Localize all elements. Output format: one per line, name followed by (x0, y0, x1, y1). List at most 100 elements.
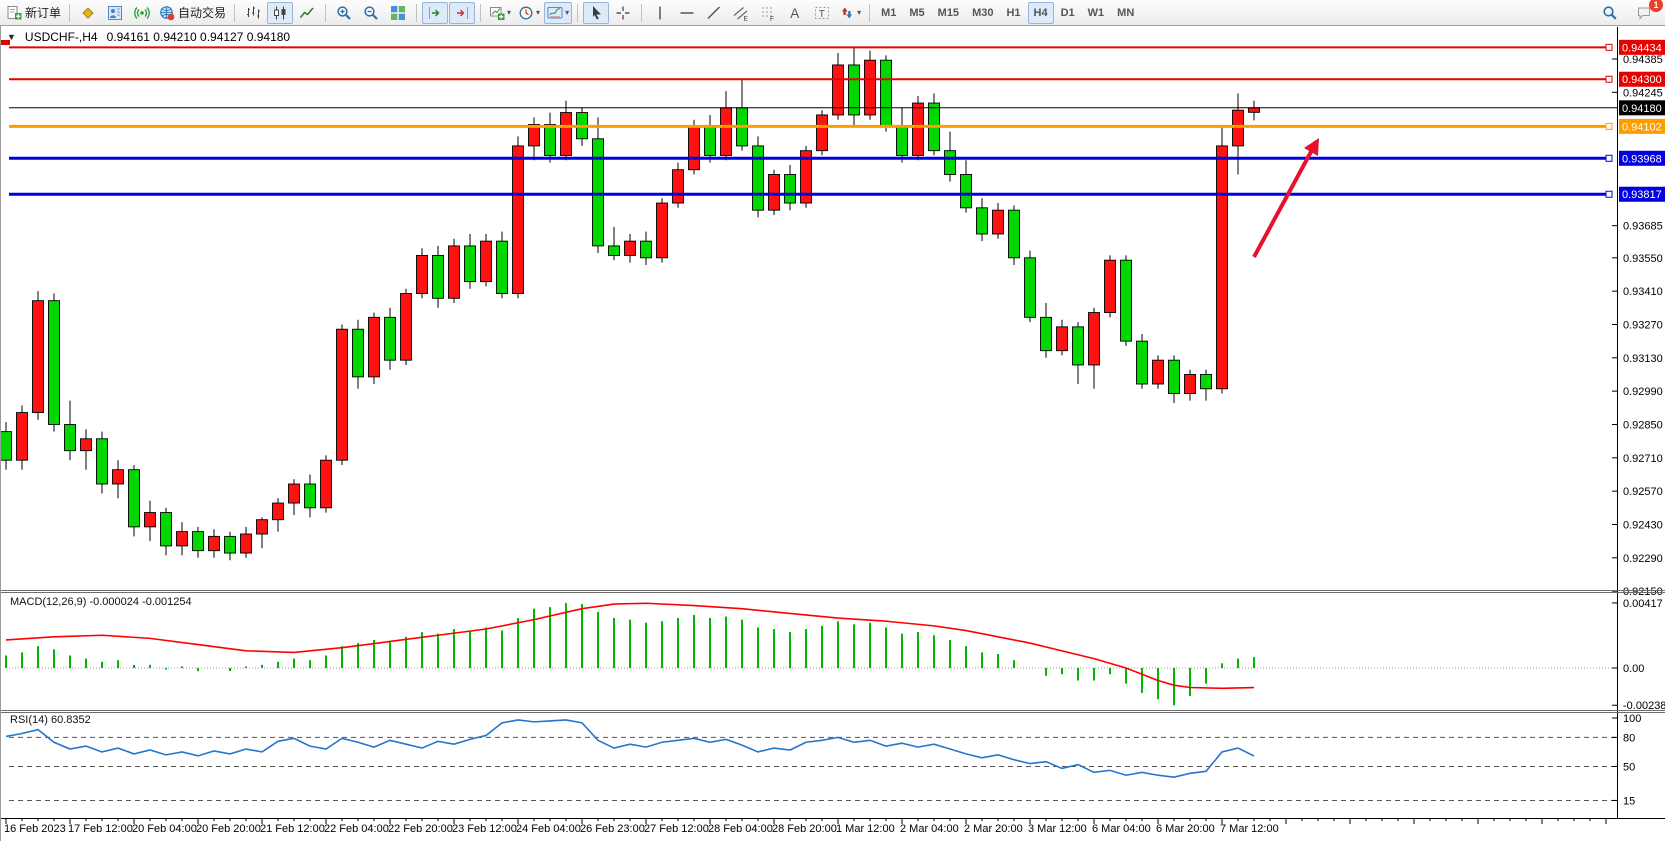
toolbar-right-group: 1 (1597, 2, 1657, 24)
chart-canvas[interactable]: 0.943850.942450.936850.935500.934100.932… (1, 26, 1665, 841)
line-handle[interactable] (1606, 44, 1612, 50)
one-click-trading-marker[interactable] (1, 40, 10, 45)
macd-axis-label: 0.00417 (1623, 598, 1663, 610)
price-badge-label: 0.94102 (1622, 121, 1662, 133)
candle (97, 439, 108, 484)
candle (33, 301, 44, 413)
macd-axis-label: -0.002387 (1623, 700, 1665, 712)
trend-arrow[interactable] (1254, 138, 1319, 257)
auto-scroll-icon (454, 5, 470, 21)
tf-m30-button[interactable]: M30 (966, 2, 999, 24)
candle (193, 532, 204, 551)
auto-trading-button[interactable]: 自动交易 (156, 2, 229, 24)
time-tick-label: 16 Feb 2023 (4, 823, 66, 835)
search-button[interactable] (1597, 2, 1623, 24)
trendline-button[interactable] (701, 2, 727, 24)
time-tick-label: 28 Feb 20:00 (772, 823, 837, 835)
equidistant-channel-button[interactable]: E (728, 2, 754, 24)
time-tick-label: 24 Feb 04:00 (516, 823, 581, 835)
arrows-tool-icon (839, 5, 855, 21)
quotes-button[interactable] (75, 2, 101, 24)
new-order-button-label: 新订单 (25, 4, 61, 21)
bar-chart-button[interactable] (240, 2, 266, 24)
candle (337, 329, 348, 460)
price-tick-label: 0.92430 (1623, 519, 1663, 531)
time-axis[interactable]: 16 Feb 202317 Feb 12:0020 Feb 04:0020 Fe… (1, 818, 1665, 835)
rsi-axis-label: 15 (1623, 795, 1635, 807)
tf-m15-button[interactable]: M15 (932, 2, 965, 24)
candle (465, 246, 476, 282)
candle (433, 255, 444, 298)
chart-shift-button[interactable] (422, 2, 448, 24)
candle (1249, 108, 1260, 113)
tf-h4-button[interactable]: H4 (1028, 2, 1054, 24)
data-window-button[interactable] (102, 2, 128, 24)
signals-button[interactable] (129, 2, 155, 24)
candle (497, 241, 508, 293)
macd-panel: 0.00417 0.00 -0.002387 (6, 598, 1665, 712)
text-label-button[interactable]: T (809, 2, 835, 24)
price-tick-label: 0.94245 (1623, 87, 1663, 99)
vertical-line-button[interactable] (647, 2, 673, 24)
crosshair-button[interactable] (610, 2, 636, 24)
candlestick-chart-button[interactable] (267, 2, 293, 24)
tf-m5-button[interactable]: M5 (903, 2, 930, 24)
notifications-button[interactable]: 1 (1631, 2, 1657, 24)
candle (1025, 258, 1036, 318)
chart-window[interactable]: 0.943850.942450.936850.935500.934100.932… (0, 26, 1665, 841)
candle (1121, 260, 1132, 341)
line-handle[interactable] (1606, 123, 1612, 129)
horizontal-lines[interactable] (9, 44, 1617, 197)
price-tick-label: 0.92570 (1623, 486, 1663, 498)
candle (1169, 360, 1180, 393)
toolbar-separator (480, 4, 481, 22)
candle (257, 520, 268, 534)
tf-w1-button-label: W1 (1085, 7, 1108, 19)
horizontal-line-button[interactable] (674, 2, 700, 24)
time-tick-label: 22 Feb 20:00 (388, 823, 453, 835)
candle (401, 294, 412, 361)
signals-icon (134, 5, 150, 21)
zoom-out-button[interactable] (358, 2, 384, 24)
tf-h1-button[interactable]: H1 (1000, 2, 1026, 24)
candle (49, 301, 60, 425)
equidistant-channel-icon: E (733, 5, 749, 21)
price-tick-label: 0.92990 (1623, 386, 1663, 398)
tf-mn-button[interactable]: MN (1111, 2, 1140, 24)
new-chart-button[interactable]: ▾ (486, 2, 514, 24)
text-button[interactable]: A (782, 2, 808, 24)
tf-d1-button[interactable]: D1 (1055, 2, 1081, 24)
tf-w1-button[interactable]: W1 (1082, 2, 1111, 24)
tile-windows-icon (390, 5, 406, 21)
candle (145, 513, 156, 527)
candle (65, 424, 76, 450)
arrows-button[interactable]: ▾ (836, 2, 864, 24)
zoom-in-button[interactable] (331, 2, 357, 24)
macd-axis-label: 0.00 (1623, 663, 1644, 675)
candle (1185, 374, 1196, 393)
svg-text:T: T (819, 9, 825, 20)
auto-scroll-button[interactable] (449, 2, 475, 24)
candle (817, 115, 828, 151)
tf-mn-button-label: MN (1114, 7, 1137, 19)
new-order-button[interactable]: 新订单 (3, 2, 64, 24)
time-tick-label: 27 Feb 12:00 (644, 823, 709, 835)
candle (913, 103, 924, 155)
time-tick-label: 26 Feb 23:00 (580, 823, 645, 835)
line-handle[interactable] (1606, 76, 1612, 82)
vertical-line-icon (652, 5, 668, 21)
fibonacci-button[interactable]: F (755, 2, 781, 24)
cursor-button[interactable] (583, 2, 609, 24)
templates-button[interactable]: ▾ (544, 2, 572, 24)
candle (305, 484, 316, 508)
line-handle[interactable] (1606, 191, 1612, 197)
line-handle[interactable] (1606, 155, 1612, 161)
tile-windows-button[interactable] (385, 2, 411, 24)
candle (1105, 260, 1116, 312)
tf-m1-button[interactable]: M1 (875, 2, 902, 24)
line-chart-button[interactable] (294, 2, 320, 24)
macd-label: MACD(12,26,9) -0.000024 -0.001254 (10, 596, 192, 608)
rsi-label: RSI(14) 60.8352 (10, 714, 91, 726)
periods-button[interactable]: ▾ (515, 2, 543, 24)
candle (897, 127, 908, 156)
